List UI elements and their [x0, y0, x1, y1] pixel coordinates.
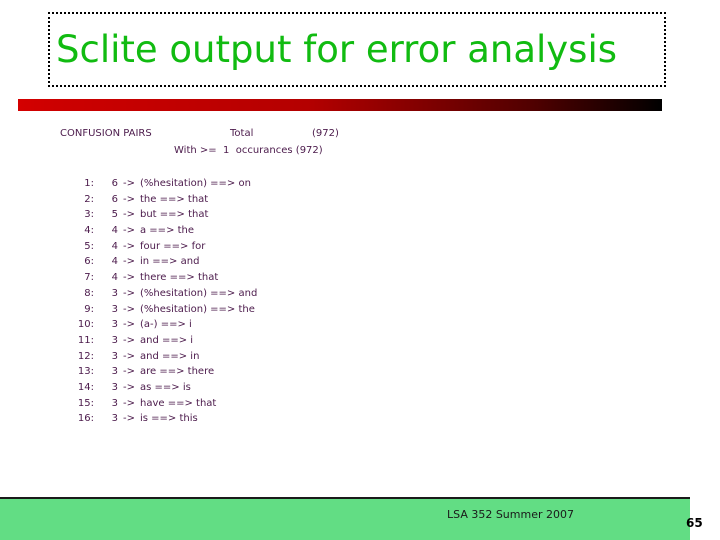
pair-substitution: are ==> there — [140, 366, 215, 378]
pair-substitution: as ==> is — [140, 381, 191, 393]
pair-rank: 1: — [84, 178, 94, 189]
confusion-pair-row: 3: 5 -> but ==> that — [60, 207, 480, 223]
pair-substitution: (%hesitation) ==> the — [140, 303, 255, 315]
pair-rank: 11: — [77, 334, 94, 346]
footer-band — [0, 497, 690, 540]
pair-substitution: four ==> for — [140, 240, 206, 252]
pair-rank: 16: — [77, 413, 94, 425]
pair-count: 4 — [111, 256, 118, 268]
confusion-pair-row: 14: 3 -> as ==> is — [60, 380, 480, 396]
confusion-pair-row: 16: 3 -> is ==> this — [60, 411, 480, 427]
occurrence-threshold-line: With >= 1 occurances (972) — [174, 145, 323, 156]
pair-substitution: in ==> and — [140, 256, 200, 268]
confusion-pair-row: 8: 3 -> (%hesitation) ==> and — [60, 286, 480, 302]
confusion-pair-row: 4: 4 -> a ==> the — [60, 223, 480, 239]
confusion-pair-row: 11: 3 -> and ==> i — [60, 333, 480, 349]
slide-title-box: Sclite output for error analysis — [48, 12, 666, 87]
pair-count: 3 — [111, 303, 118, 315]
pair-substitution: and ==> in — [140, 350, 200, 362]
page-title: Sclite output for error analysis — [56, 28, 617, 71]
page-number: 65 — [686, 516, 703, 530]
total-label: Total — [230, 128, 254, 139]
pair-arrow-icon: -> — [123, 319, 135, 331]
confusion-pair-row: 9: 3 -> (%hesitation) ==> the — [60, 302, 480, 318]
pair-arrow-icon: -> — [123, 272, 135, 284]
pair-count: 6 — [111, 178, 118, 189]
confusion-pair-row: 1: 6 -> (%hesitation) ==> on — [60, 176, 480, 192]
pair-arrow-icon: -> — [123, 225, 135, 237]
pair-substitution: there ==> that — [140, 272, 219, 284]
pair-count: 3 — [111, 334, 118, 346]
pair-count: 3 — [111, 381, 118, 393]
pair-substitution: a ==> the — [140, 225, 195, 237]
pair-substitution: (%hesitation) ==> on — [140, 178, 251, 189]
pair-arrow-icon: -> — [123, 413, 135, 425]
pair-arrow-icon: -> — [123, 334, 135, 346]
pair-count: 3 — [111, 350, 118, 362]
pair-arrow-icon: -> — [123, 303, 135, 315]
pair-substitution: but ==> that — [140, 209, 209, 221]
pair-substitution: and ==> i — [140, 334, 194, 346]
pair-arrow-icon: -> — [123, 209, 135, 221]
confusion-pair-row: 10: 3 -> (a-) ==> i — [60, 317, 480, 333]
pair-arrow-icon: -> — [123, 256, 135, 268]
pair-arrow-icon: -> — [123, 240, 135, 252]
confusion-pairs-label: CONFUSION PAIRS — [60, 128, 152, 139]
footer-course-label: LSA 352 Summer 2007 — [447, 508, 574, 521]
pair-count: 3 — [111, 319, 118, 331]
pair-arrow-icon: -> — [123, 178, 135, 189]
pair-count: 4 — [111, 240, 118, 252]
pair-count: 3 — [111, 397, 118, 409]
pair-rank: 8: — [84, 287, 94, 299]
pair-count: 3 — [111, 287, 118, 299]
total-count-value: (972) — [312, 128, 339, 139]
confusion-pair-row: 13: 3 -> are ==> there — [60, 364, 480, 380]
pair-rank: 12: — [77, 350, 94, 362]
confusion-pair-list: 1: 6 -> (%hesitation) ==> on 2: 6 -> the ==> th… — [60, 176, 480, 427]
pair-rank: 15: — [77, 397, 94, 409]
pair-arrow-icon: -> — [123, 381, 135, 393]
pair-substitution: (%hesitation) ==> and — [140, 287, 258, 299]
confusion-pair-row: 7: 4 -> there ==> that — [60, 270, 480, 286]
confusion-pair-row: 5: 4 -> four ==> for — [60, 239, 480, 255]
pair-rank: 9: — [84, 303, 94, 315]
confusion-pair-row: 15: 3 -> have ==> that — [60, 396, 480, 412]
pair-count: 4 — [111, 272, 118, 284]
confusion-pair-row: 12: 3 -> and ==> in — [60, 349, 480, 365]
pair-rank: 5: — [84, 240, 94, 252]
pair-count: 3 — [111, 413, 118, 425]
accent-divider-bar — [18, 99, 662, 111]
pair-arrow-icon: -> — [123, 366, 135, 378]
pair-substitution: have ==> that — [140, 397, 217, 409]
pair-rank: 14: — [77, 381, 94, 393]
pair-rank: 10: — [77, 319, 94, 331]
pair-rank: 7: — [84, 272, 94, 284]
confusion-pair-row: 2: 6 -> the ==> that — [60, 192, 480, 208]
pair-arrow-icon: -> — [123, 397, 135, 409]
pair-rank: 13: — [77, 366, 94, 378]
pair-arrow-icon: -> — [123, 287, 135, 299]
pair-arrow-icon: -> — [123, 350, 135, 362]
pair-count: 4 — [111, 225, 118, 237]
pair-substitution: is ==> this — [140, 413, 198, 425]
confusion-pair-row: 6: 4 -> in ==> and — [60, 254, 480, 270]
pair-count: 6 — [111, 193, 118, 205]
pair-rank: 6: — [84, 256, 94, 268]
pair-count: 5 — [111, 209, 118, 221]
pair-rank: 4: — [84, 225, 94, 237]
pair-rank: 2: — [84, 193, 94, 205]
pair-substitution: (a-) ==> i — [140, 319, 192, 331]
pair-count: 3 — [111, 366, 118, 378]
pair-rank: 3: — [84, 209, 94, 221]
pair-substitution: the ==> that — [140, 193, 209, 205]
pair-arrow-icon: -> — [123, 193, 135, 205]
